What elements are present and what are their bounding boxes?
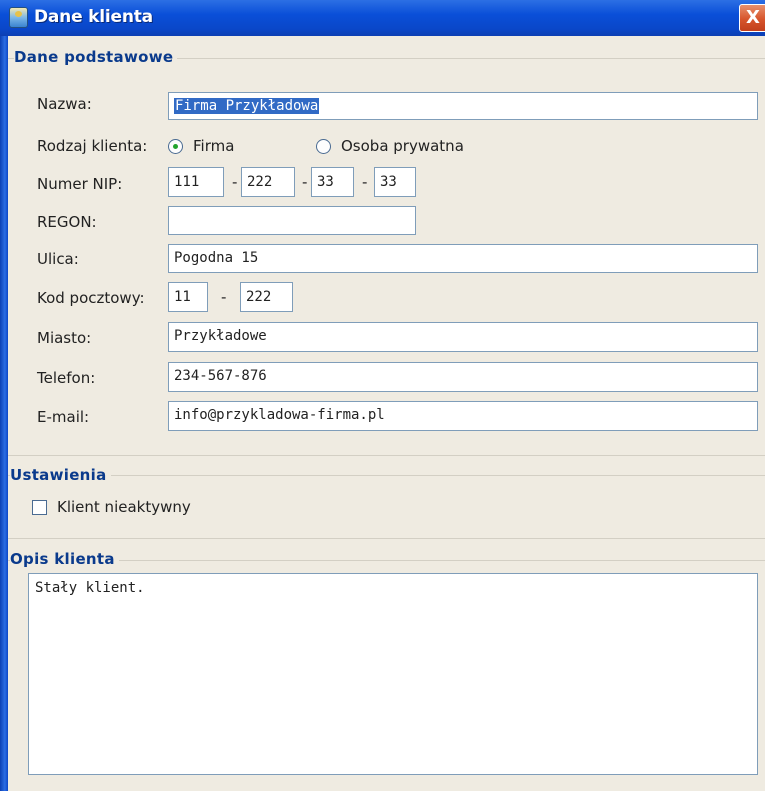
nip-field-2[interactable]: 222 <box>241 167 295 197</box>
client-type-option-private[interactable]: Osoba prywatna <box>341 137 464 155</box>
name-field-value: Firma Przykładowa <box>174 98 320 114</box>
group-divider <box>8 538 765 539</box>
email-field[interactable]: info@przykladowa-firma.pl <box>168 401 758 431</box>
group-title-basic: Dane podstawowe <box>14 48 178 66</box>
app-icon <box>9 7 28 28</box>
nip-field-1[interactable]: 111 <box>168 167 224 197</box>
postal-code-separator: - <box>221 288 227 306</box>
name-field[interactable]: Firma Przykładowa <box>168 92 758 120</box>
postal-code-label: Kod pocztowy: <box>37 289 145 307</box>
street-field[interactable]: Pogodna 15 <box>168 244 758 273</box>
client-type-radio-company[interactable] <box>168 139 183 154</box>
client-type-radio-private[interactable] <box>316 139 331 154</box>
title-bar[interactable]: Dane klienta X <box>0 0 765 36</box>
city-label: Miasto: <box>37 329 92 347</box>
nip-field-4[interactable]: 33 <box>374 167 416 197</box>
window-left-border <box>0 36 8 791</box>
group-divider <box>8 560 765 561</box>
client-description-textarea[interactable]: Stały klient. <box>28 573 758 775</box>
email-label: E-mail: <box>37 408 90 426</box>
phone-label: Telefon: <box>37 369 96 387</box>
client-dialog: Dane klienta X Dane podstawowe Nazwa: Fi… <box>0 0 765 791</box>
client-type-label: Rodzaj klienta: <box>37 137 148 155</box>
inactive-checkbox[interactable] <box>32 500 47 515</box>
name-label: Nazwa: <box>37 95 92 113</box>
inactive-checkbox-label[interactable]: Klient nieaktywny <box>57 498 191 516</box>
group-title-description: Opis klienta <box>10 550 119 568</box>
group-divider <box>8 475 765 476</box>
group-title-settings: Ustawienia <box>10 466 111 484</box>
window-title: Dane klienta <box>34 7 153 27</box>
postal-code-field-2[interactable]: 222 <box>240 282 293 312</box>
street-label: Ulica: <box>37 250 79 268</box>
phone-field[interactable]: 234-567-876 <box>168 362 758 392</box>
nip-label: Numer NIP: <box>37 175 123 193</box>
regon-field[interactable] <box>168 206 416 235</box>
close-button[interactable]: X <box>739 4 765 32</box>
nip-field-3[interactable]: 33 <box>311 167 354 197</box>
nip-separator: - <box>302 173 308 191</box>
client-type-option-company[interactable]: Firma <box>193 137 234 155</box>
regon-label: REGON: <box>37 213 97 231</box>
nip-separator: - <box>232 173 238 191</box>
city-field[interactable]: Przykładowe <box>168 322 758 352</box>
nip-separator: - <box>362 173 368 191</box>
group-divider <box>8 455 765 456</box>
postal-code-field-1[interactable]: 11 <box>168 282 208 312</box>
